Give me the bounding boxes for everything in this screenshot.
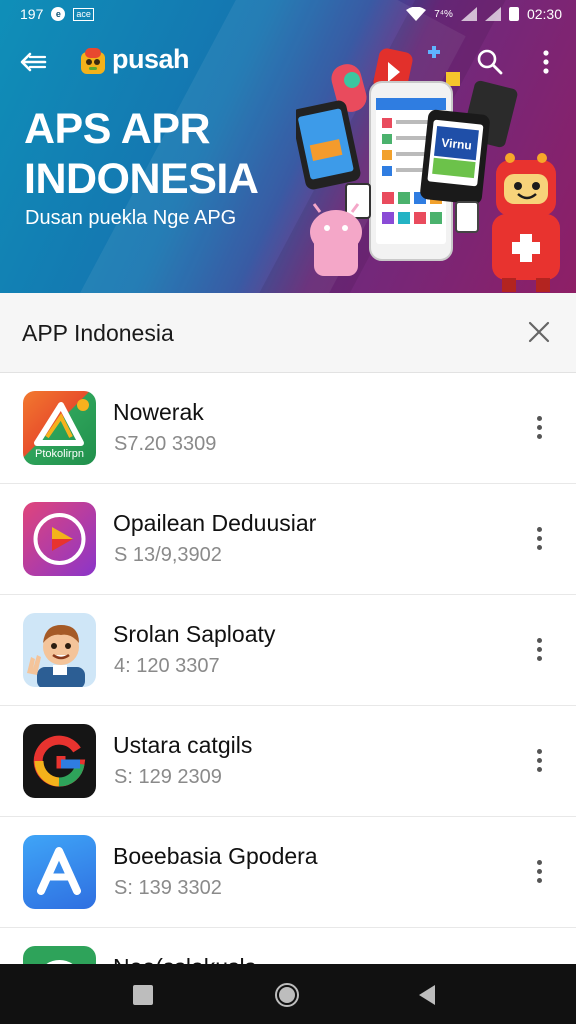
app-name: Srolan Saploaty: [113, 621, 276, 647]
app-logo-icon: [81, 48, 105, 74]
app-name: Opailean Deduusiar: [113, 510, 317, 536]
hero-illustration: Virnu: [296, 46, 560, 292]
red-robot-face-icon: [504, 174, 548, 204]
a-letter-icon: [23, 835, 96, 909]
more-vert-icon[interactable]: [530, 635, 548, 665]
app-meta: S: 139 3302: [114, 877, 222, 899]
sparkle-icon: [428, 46, 440, 58]
battery-icon: [508, 7, 519, 21]
app-list-item[interactable]: Opailean Deduusiar S 13/9,3902: [0, 484, 576, 595]
app-name: Nowerak: [113, 399, 204, 425]
more-vert-icon[interactable]: [530, 413, 548, 443]
app-meta: 4: 120 3307: [114, 655, 220, 677]
hero-title: APS APR INDONESIA: [24, 104, 259, 204]
more-vert-icon[interactable]: [530, 524, 548, 554]
back-triangle-icon[interactable]: [414, 982, 440, 1008]
cartoon-boy-icon: [27, 625, 85, 687]
app-title: pusah: [112, 44, 190, 74]
app-icon-label: Ptokolirpn: [35, 448, 84, 460]
g-letter-icon: [23, 724, 96, 798]
app-meta: S 13/9,3902: [114, 544, 222, 566]
status-circle-icon: e: [51, 7, 66, 21]
green-app-icon: [23, 946, 96, 964]
status-bar: 197 e ace 7⁴% 02:30: [0, 0, 576, 28]
mini-device-icon: [345, 183, 371, 219]
app-name: Boeebasia Gpodera: [113, 843, 318, 869]
home-circle-icon[interactable]: [274, 982, 300, 1008]
wifi-icon: [406, 7, 427, 21]
cartoon-face-icon: [23, 613, 96, 687]
more-vert-icon[interactable]: [530, 746, 548, 776]
mini-device-icon: [455, 201, 479, 233]
status-chip: ace: [73, 7, 94, 21]
balloon-app-icon: [344, 72, 360, 88]
app-meta: S7.20 3309: [114, 433, 217, 455]
app-name: Ustara catgils: [113, 732, 253, 758]
status-time: 02:30: [526, 6, 562, 22]
sheet-title: APP Indonesia: [22, 320, 174, 346]
colorful-g-icon: [33, 735, 86, 787]
green-ring-icon: [46, 960, 73, 964]
recents-square-icon[interactable]: [130, 982, 156, 1008]
center-phone-header-icon: [376, 98, 446, 110]
app-list-item[interactable]: Srolan Saploaty 4: 120 3307: [0, 595, 576, 706]
orange-green-triangle-icon: Ptokolirpn: [23, 391, 96, 465]
close-icon[interactable]: [526, 319, 552, 345]
app-list: Ptokolirpn Nowerak S7.20 3309 Opailean D…: [0, 373, 576, 964]
navigation-bar: [0, 964, 576, 1024]
status-left-text: 197: [20, 6, 44, 22]
app-list-item[interactable]: Ustara catgils S: 129 2309: [0, 706, 576, 817]
back-arrow-icon[interactable]: [18, 48, 48, 76]
battery-percent: 7⁴%: [434, 8, 453, 20]
app-list-item[interactable]: Boeebasia Gpodera S: 139 3302: [0, 817, 576, 928]
app-list-item[interactable]: Nee(sslakusls: [0, 928, 576, 964]
hero-title-line2: INDONESIA: [24, 155, 259, 203]
play-button-icon: [23, 502, 96, 576]
pink-robot-body-icon: [314, 234, 358, 276]
app-meta: S: 129 2309: [114, 766, 222, 788]
app-name: Nee(sslakusls: [113, 954, 256, 964]
sheet-header: APP Indonesia: [0, 293, 576, 373]
play-circle-icon: [33, 513, 86, 565]
more-vert-icon[interactable]: [530, 857, 548, 887]
hero-subtitle: Dusan puekla Nge APG: [25, 207, 237, 229]
app-list-item[interactable]: Ptokolirpn Nowerak S7.20 3309: [0, 373, 576, 484]
signal-icon: [460, 7, 477, 21]
signal-icon: [484, 7, 501, 21]
hero-title-line1: APS APR: [24, 105, 211, 153]
letter-a-icon: [37, 847, 81, 895]
hero-banner: 197 e ace 7⁴% 02:30 pusah APS APR INDONE…: [0, 0, 576, 293]
